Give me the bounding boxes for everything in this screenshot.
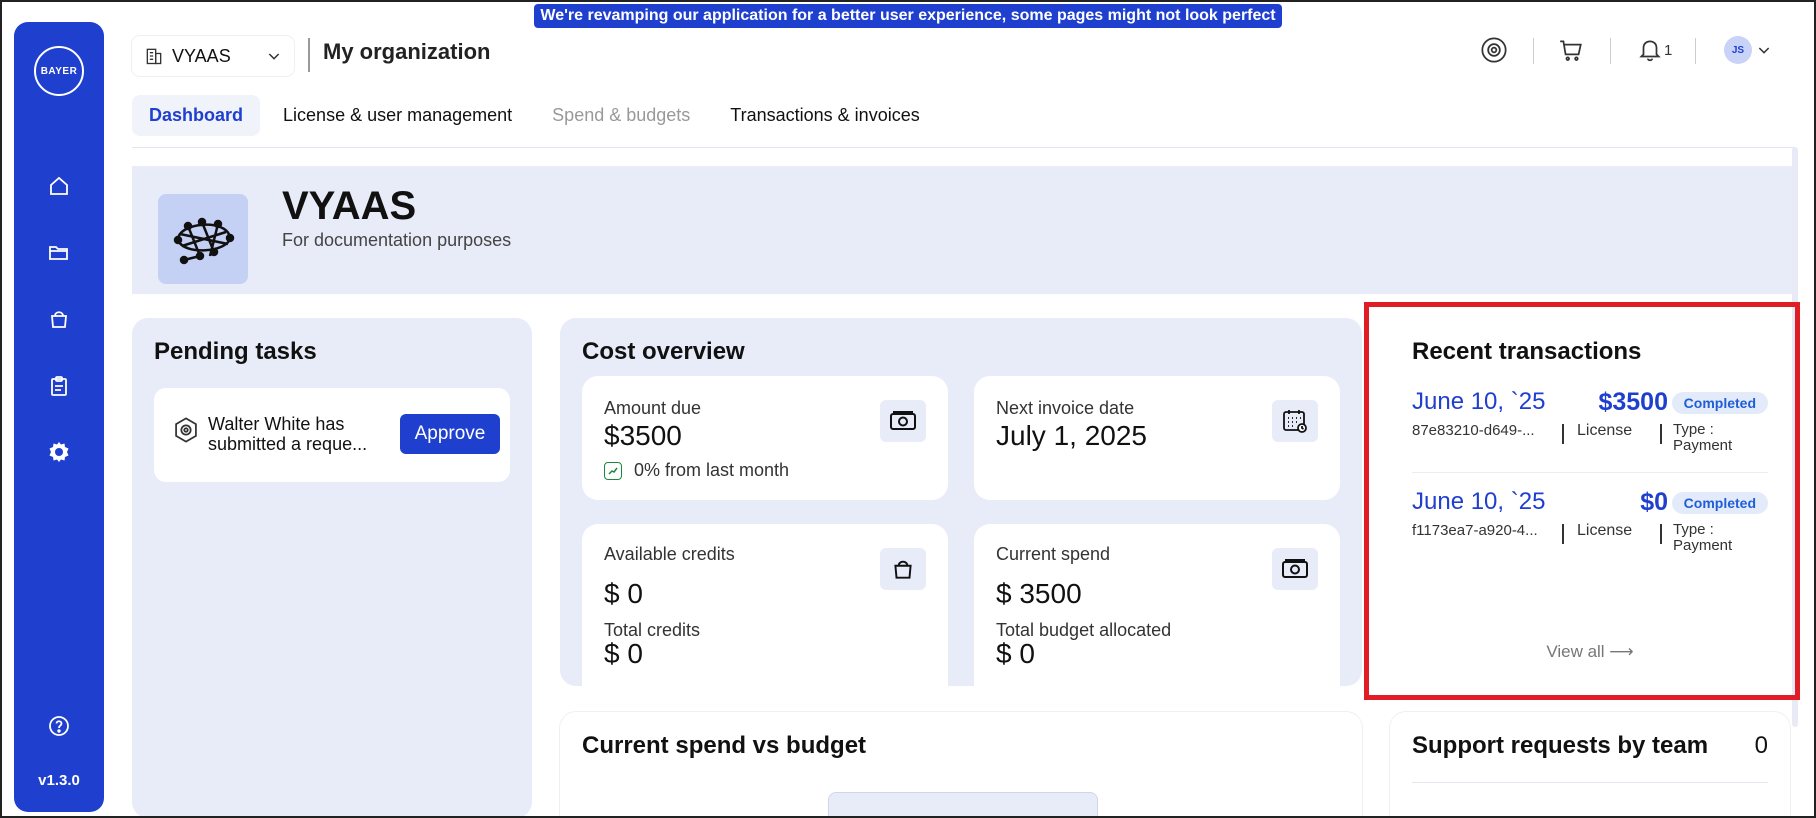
org-select-value: VYAAS <box>172 45 231 66</box>
folder-icon[interactable] <box>45 238 73 266</box>
account-menu-chevron[interactable] <box>1756 36 1772 64</box>
available-credits-label: Available credits <box>604 544 735 564</box>
transaction-amount: $3500 <box>1598 388 1668 416</box>
gear-hexagon-icon <box>175 417 197 443</box>
bayer-logo[interactable]: BAYER <box>34 46 84 96</box>
home-icon[interactable] <box>45 172 73 200</box>
transaction-type: Type : Payment <box>1673 421 1733 454</box>
divider <box>1562 524 1564 544</box>
amount-due-label: Amount due <box>604 398 702 418</box>
org-name: VYAAS <box>282 184 417 228</box>
cost-overview-panel: Cost overview Amount due $3500 0% from l… <box>560 318 1362 686</box>
org-select[interactable]: VYAAS <box>132 36 294 76</box>
tab-transactions-invoices[interactable]: Transactions & invoices <box>713 95 936 136</box>
header-divider <box>308 38 310 72</box>
tab-spend-budgets: Spend & budgets <box>552 105 691 125</box>
header-divider <box>1610 38 1611 64</box>
cart-icon[interactable] <box>1558 32 1584 68</box>
transaction-category: License <box>1577 422 1633 439</box>
tab-license-user-management[interactable]: License & user management <box>266 95 529 136</box>
bag-icon <box>880 548 926 590</box>
trend-text: 0% from last month <box>634 460 790 480</box>
divider <box>1562 424 1564 444</box>
page-title: My organization <box>323 39 491 64</box>
tab-dashboard[interactable]: Dashboard <box>132 95 261 136</box>
transaction-type: Type : Payment <box>1673 521 1733 554</box>
amount-due-card: Amount due $3500 0% from last month <box>582 376 948 500</box>
available-credits-card: Available credits $ 0 Total credits $ 0 <box>582 524 948 686</box>
org-logo <box>158 194 248 284</box>
status-badge: Completed <box>1671 392 1768 414</box>
revamp-banner: We're revamping our application for a be… <box>534 4 1282 48</box>
recent-transactions-panel: Recent transactions June 10, `25 $3500 C… <box>1390 318 1790 686</box>
notification-count: 1 <box>1664 41 1673 59</box>
transaction-id: f1173ea7-a920-4... <box>1412 522 1538 539</box>
current-spend-value: $ 3500 <box>996 578 1082 609</box>
support-requests-panel: Support requests by team 0 <box>1390 712 1790 818</box>
spend-vs-budget-panel: Current spend vs budget <box>560 712 1362 818</box>
task-card: Walter White has submitted a reque... Ap… <box>154 388 510 482</box>
view-all-link[interactable]: View all ⟶ <box>1390 642 1790 662</box>
settings-icon[interactable] <box>45 438 73 466</box>
help-icon[interactable] <box>45 712 73 740</box>
current-spend-label: Current spend <box>996 544 1111 564</box>
approve-button[interactable]: Approve <box>400 414 500 454</box>
org-description: For documentation purposes <box>282 230 512 250</box>
building-icon <box>146 48 162 65</box>
transaction-category: License <box>1577 522 1633 539</box>
available-credits-value: $ 0 <box>604 578 643 609</box>
notification-bell[interactable]: 1 <box>1637 32 1672 68</box>
org-hero: VYAAS For documentation purposes <box>132 166 1792 294</box>
current-spend-card: Current spend $ 3500 Total budget alloca… <box>974 524 1340 686</box>
money-icon <box>1272 548 1318 590</box>
transaction-row[interactable]: June 10, `25 $3500 Completed 87e83210-d6… <box>1412 388 1768 468</box>
version-label: v1.3.0 <box>38 772 80 789</box>
amount-due-value: $3500 <box>604 420 682 451</box>
pending-tasks-panel: Pending tasks Walter White has submitted… <box>132 318 532 818</box>
support-divider <box>1412 782 1768 783</box>
network-globe-icon <box>173 217 235 265</box>
avatar[interactable]: JS <box>1724 36 1752 64</box>
chart-area <box>828 792 1098 818</box>
page-scrollbar[interactable] <box>1792 147 1798 727</box>
chevron-down-icon <box>1758 47 1770 54</box>
task-description: Walter White has submitted a reque... <box>208 414 368 454</box>
next-invoice-card: Next invoice date July 1, 2025 <box>974 376 1340 500</box>
header-divider <box>1695 38 1696 64</box>
divider <box>1660 524 1662 544</box>
help-center-icon[interactable] <box>1480 32 1508 68</box>
logo-text: BAYER <box>40 65 78 77</box>
sidebar: BAYER v1.3.0 <box>14 22 104 812</box>
transaction-date: June 10, `25 <box>1412 488 1546 515</box>
total-credits-value: $ 0 <box>604 638 643 669</box>
recent-transactions-title: Recent transactions <box>1412 338 1642 365</box>
transaction-date: June 10, `25 <box>1412 388 1546 415</box>
divider <box>1660 424 1662 444</box>
next-invoice-label: Next invoice date <box>996 398 1135 418</box>
pending-tasks-title: Pending tasks <box>154 338 317 365</box>
support-requests-count: 0 <box>1754 732 1768 759</box>
status-badge: Completed <box>1671 492 1768 514</box>
transaction-amount: $0 <box>1640 488 1668 516</box>
money-icon <box>880 400 926 442</box>
next-invoice-value: July 1, 2025 <box>996 420 1147 451</box>
support-requests-title: Support requests by team <box>1412 732 1709 759</box>
bag-icon[interactable] <box>45 305 73 333</box>
cost-overview-title: Cost overview <box>582 338 745 365</box>
transaction-id: 87e83210-d649-... <box>1412 422 1535 439</box>
tabs-divider <box>132 147 1794 148</box>
transaction-row[interactable]: June 10, `25 $0 Completed f1173ea7-a920-… <box>1412 488 1768 568</box>
calendar-icon <box>1272 400 1318 442</box>
spend-vs-budget-title: Current spend vs budget <box>582 732 867 759</box>
bell-icon <box>1639 40 1661 62</box>
main-tabs: Dashboard License & user management Spen… <box>132 95 937 136</box>
trend-up-icon <box>604 461 622 480</box>
header-divider <box>1533 38 1534 64</box>
amount-due-trend: 0% from last month <box>604 460 789 481</box>
total-budget-value: $ 0 <box>996 638 1035 669</box>
clipboard-icon[interactable] <box>45 372 73 400</box>
row-divider <box>1412 472 1768 473</box>
chevron-down-icon <box>268 53 280 60</box>
